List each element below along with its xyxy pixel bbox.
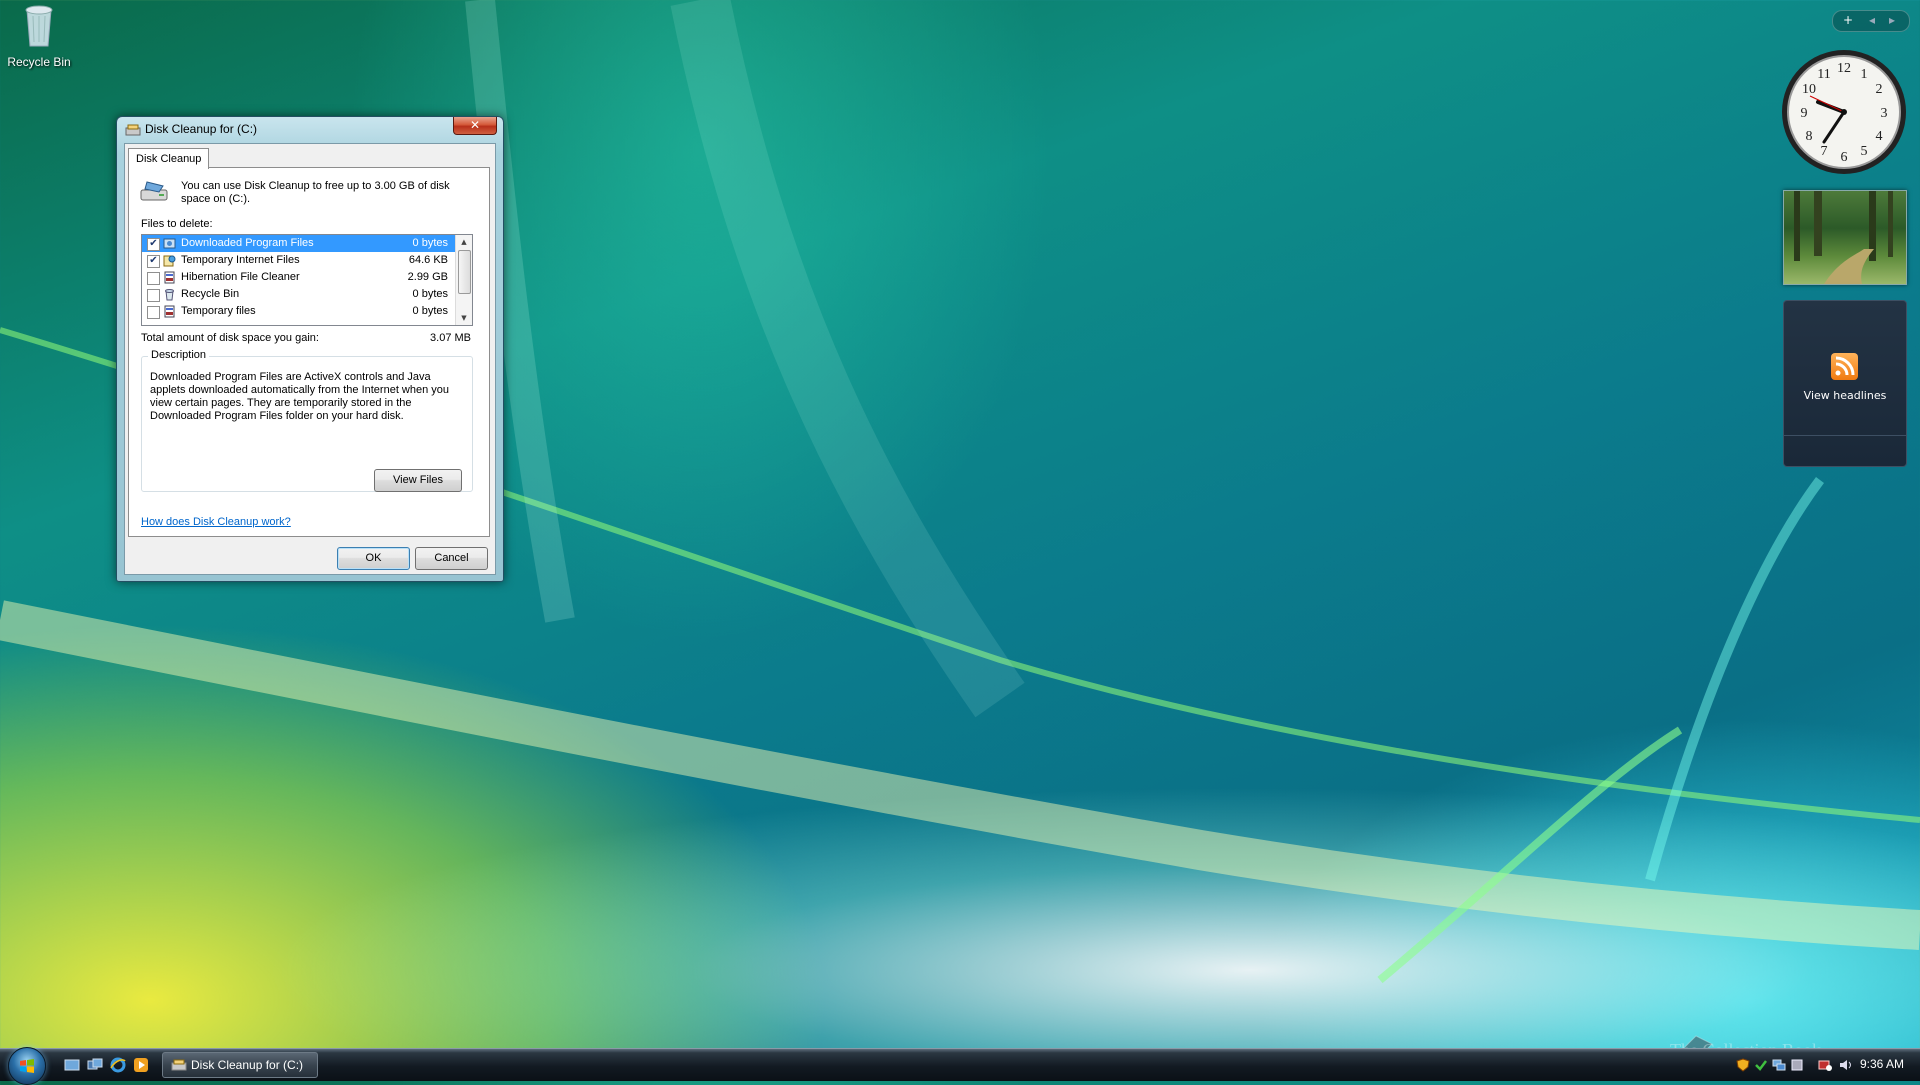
- desktop-icon-recycle-bin[interactable]: Recycle Bin: [4, 2, 74, 69]
- intro-text: You can use Disk Cleanup to free up to 3…: [181, 180, 450, 205]
- device-icon[interactable]: [1790, 1058, 1804, 1072]
- file-category-name: Downloaded Program Files: [181, 237, 314, 249]
- checkbox[interactable]: [147, 272, 160, 285]
- show-desktop-icon[interactable]: [64, 1057, 80, 1073]
- tab-page: You can use Disk Cleanup to free up to 3…: [128, 167, 490, 537]
- svg-text:3: 3: [1881, 106, 1888, 121]
- total-gain-label: Total amount of disk space you gain:: [141, 332, 319, 344]
- forest-photo: [1794, 191, 1893, 284]
- svg-text:12: 12: [1837, 61, 1851, 76]
- feed-headlines-gadget[interactable]: View headlines: [1783, 300, 1907, 467]
- svg-text:11: 11: [1817, 67, 1830, 82]
- file-category-size: 2.99 GB: [407, 271, 448, 283]
- svg-text:6: 6: [1841, 150, 1848, 165]
- system-file-icon: [164, 271, 175, 284]
- internet-files-icon: [163, 255, 176, 267]
- next-page-icon[interactable]: ▸: [1889, 13, 1895, 27]
- close-button[interactable]: ✕: [453, 117, 497, 135]
- network-icon[interactable]: [1772, 1058, 1786, 1072]
- system-file-icon: [164, 305, 175, 318]
- feed-footer: [1784, 435, 1906, 466]
- file-category-size: 0 bytes: [412, 305, 448, 317]
- taskbar-button-label: Disk Cleanup for (C:): [191, 1058, 304, 1072]
- ok-button[interactable]: OK: [337, 547, 410, 570]
- windows-logo-icon: [20, 1059, 34, 1073]
- checkbox[interactable]: ✔: [147, 238, 160, 251]
- file-category-name: Recycle Bin: [181, 288, 240, 300]
- svg-text:4: 4: [1876, 129, 1883, 144]
- disk-cleanup-icon: [171, 1059, 187, 1071]
- rss-feed-icon: [1831, 353, 1858, 380]
- file-category-size: 0 bytes: [412, 288, 448, 300]
- svg-text:1: 1: [1861, 67, 1868, 82]
- recycle-bin-icon: [165, 289, 174, 301]
- checkbox[interactable]: [147, 289, 160, 302]
- program-files-icon: [163, 238, 176, 249]
- file-category-size: 0 bytes: [412, 237, 448, 249]
- files-to-delete-label: Files to delete:: [141, 218, 213, 230]
- internet-explorer-icon[interactable]: [110, 1057, 126, 1073]
- taskbar-clock[interactable]: 9:36 AM: [1860, 1057, 1904, 1071]
- start-button[interactable]: [8, 1047, 46, 1085]
- list-item-downloaded-program-files[interactable]: ✔ Downloaded Program Files 0 bytes: [142, 235, 472, 252]
- scroll-down-icon[interactable]: ▼: [456, 311, 472, 325]
- svg-text:9: 9: [1801, 106, 1808, 121]
- disk-cleanup-icon: [125, 124, 141, 136]
- prev-page-icon[interactable]: ◂: [1869, 13, 1875, 27]
- scroll-up-icon[interactable]: ▲: [456, 235, 472, 249]
- svg-text:8: 8: [1806, 129, 1813, 144]
- add-gadget-icon[interactable]: +: [1843, 13, 1853, 27]
- media-player-icon[interactable]: [133, 1057, 149, 1073]
- dialog-titlebar[interactable]: Disk Cleanup for (C:) ✕: [117, 117, 503, 143]
- svg-text:2: 2: [1876, 82, 1883, 97]
- view-files-button[interactable]: View Files: [374, 469, 462, 492]
- total-gain-value: 3.07 MB: [430, 332, 471, 344]
- view-headlines-label[interactable]: View headlines: [1784, 389, 1906, 402]
- scroll-thumb[interactable]: [458, 250, 471, 294]
- disk-cleanup-dialog: Disk Cleanup for (C:) ✕ Disk Cleanup You…: [116, 116, 504, 582]
- file-category-name: Temporary Internet Files: [181, 254, 300, 266]
- help-link[interactable]: How does Disk Cleanup work?: [141, 516, 291, 528]
- cancel-button[interactable]: Cancel: [415, 547, 488, 570]
- recycle-bin-icon: [25, 5, 53, 47]
- description-group: Description Downloaded Program Files are…: [141, 349, 473, 492]
- description-legend: Description: [148, 349, 210, 361]
- sidebar-controls: + ◂ ▸: [1832, 10, 1910, 32]
- security-shield-icon[interactable]: [1736, 1058, 1750, 1072]
- svg-text:7: 7: [1821, 144, 1828, 159]
- list-item-temporary-files[interactable]: Temporary files 0 bytes: [142, 303, 472, 320]
- checkbox[interactable]: ✔: [147, 255, 160, 268]
- check-icon[interactable]: [1754, 1058, 1768, 1072]
- file-category-name: Temporary files: [181, 305, 256, 317]
- drive-cleanup-icon: [140, 181, 168, 201]
- tab-disk-cleanup[interactable]: Disk Cleanup: [128, 148, 210, 169]
- switch-windows-icon[interactable]: [87, 1057, 103, 1073]
- volume-icon[interactable]: [1838, 1058, 1852, 1072]
- svg-text:10: 10: [1802, 82, 1816, 97]
- dialog-client: Disk Cleanup You can use Disk Cleanup to…: [124, 143, 496, 575]
- list-item-recycle-bin[interactable]: Recycle Bin 0 bytes: [142, 286, 472, 303]
- svg-text:5: 5: [1861, 144, 1868, 159]
- file-category-name: Hibernation File Cleaner: [181, 271, 300, 283]
- slideshow-gadget[interactable]: [1783, 190, 1907, 285]
- checkbox[interactable]: [147, 306, 160, 319]
- desktop-icon-label: Recycle Bin: [7, 55, 71, 69]
- list-item-hibernation-file-cleaner[interactable]: Hibernation File Cleaner 2.99 GB: [142, 269, 472, 286]
- list-item-temporary-internet-files[interactable]: ✔ Temporary Internet Files 64.6 KB: [142, 252, 472, 269]
- description-text: Downloaded Program Files are ActiveX con…: [150, 371, 450, 422]
- files-list-scrollbar[interactable]: ▲ ▼: [455, 235, 472, 325]
- taskbar-button-disk-cleanup[interactable]: Disk Cleanup for (C:): [162, 1052, 318, 1078]
- clock-gadget[interactable]: 12 12 345 678 91011: [1780, 48, 1908, 176]
- dialog-title: Disk Cleanup for (C:): [145, 122, 258, 136]
- files-list[interactable]: ✔ Downloaded Program Files 0 bytes ✔ Tem…: [141, 234, 473, 326]
- close-icon: ✕: [469, 118, 481, 132]
- file-category-size: 64.6 KB: [408, 254, 448, 266]
- security-alert-icon[interactable]: [1818, 1058, 1832, 1072]
- taskbar: Disk Cleanup for (C:) 9:36 AM: [0, 1047, 1920, 1085]
